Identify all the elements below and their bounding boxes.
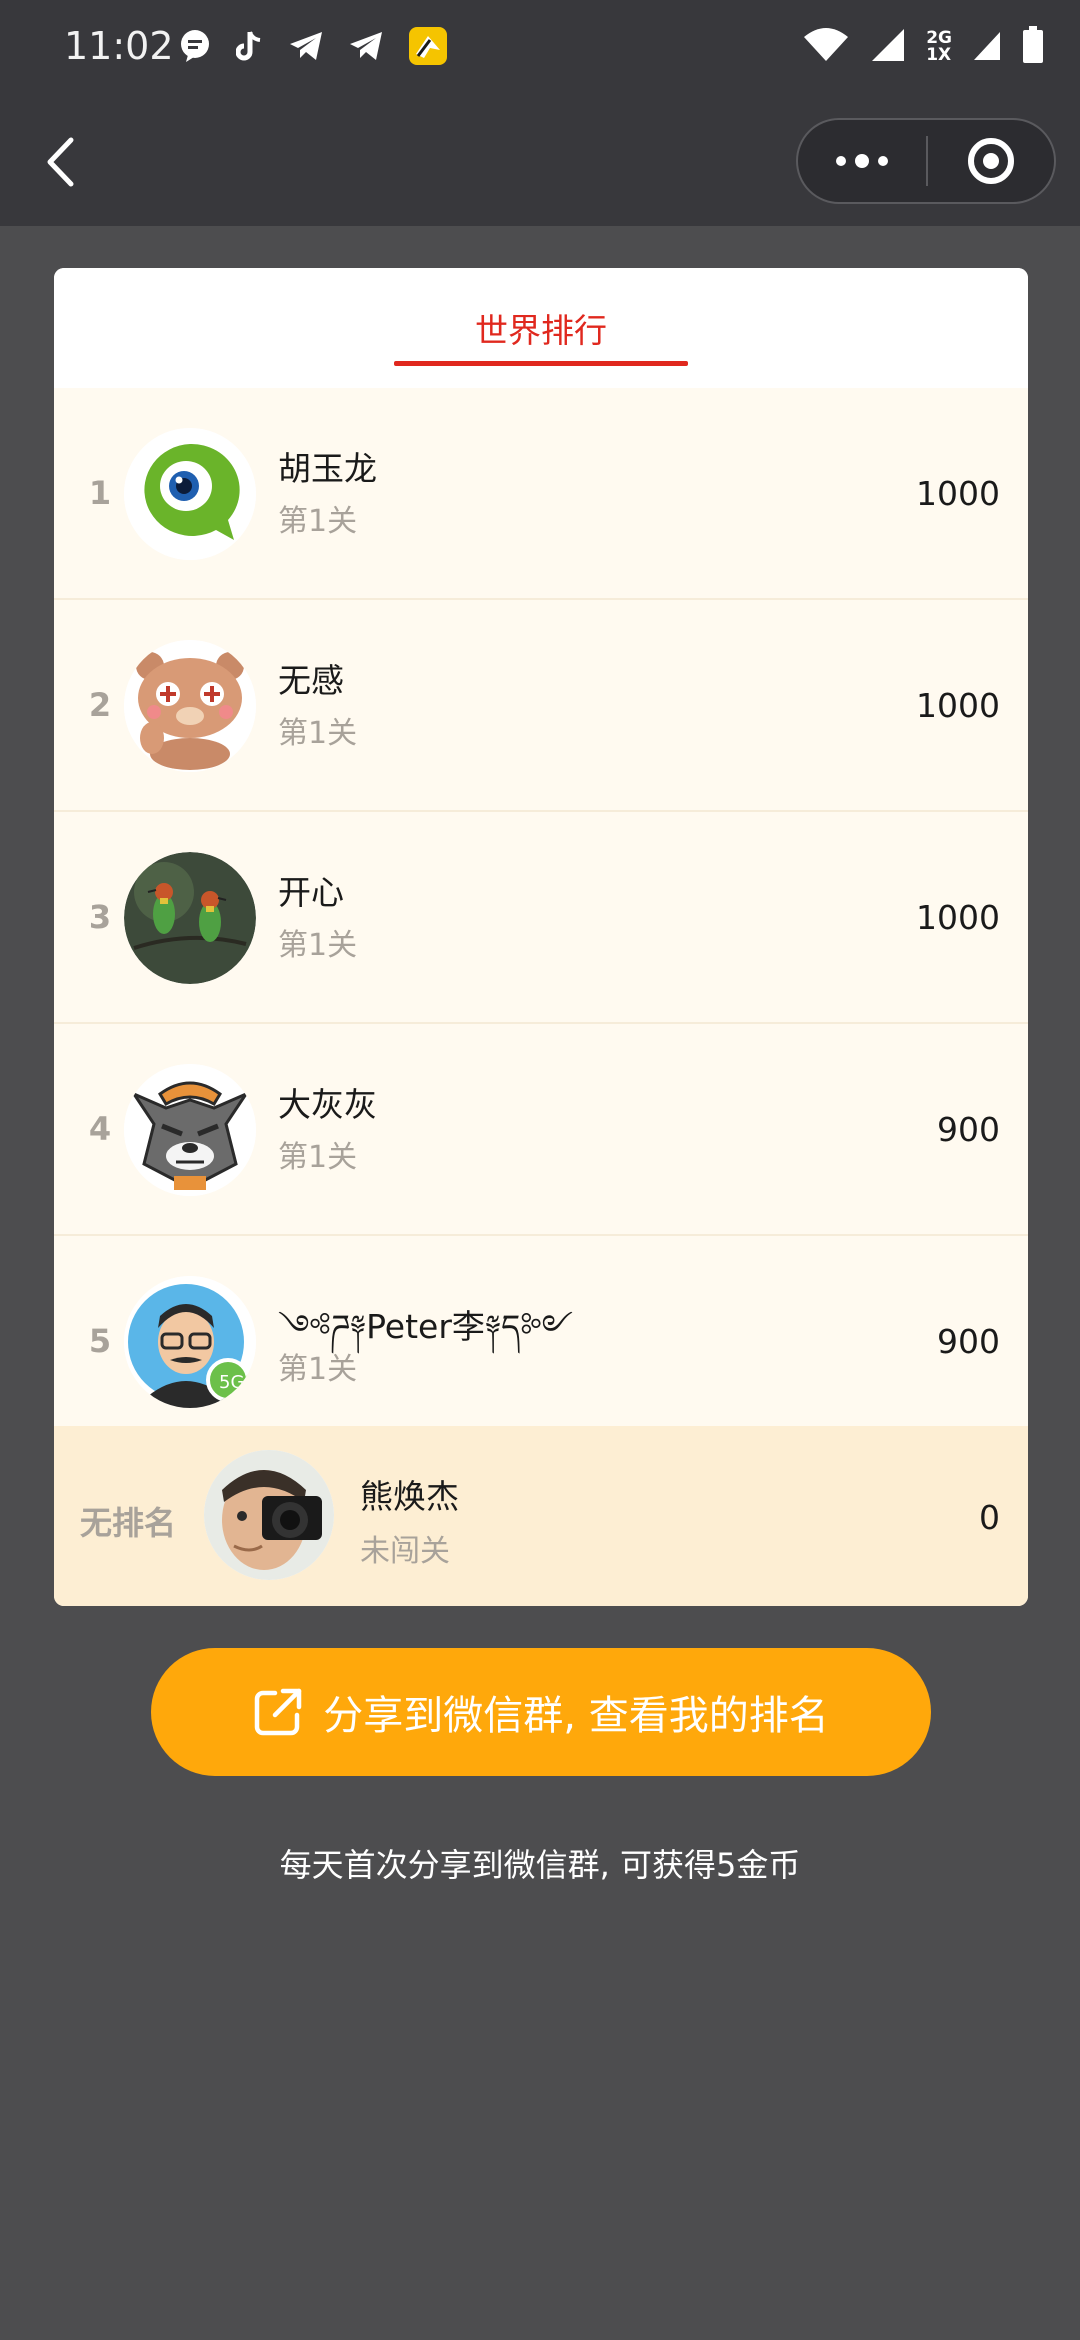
telegram-icon: [348, 30, 384, 66]
close-button[interactable]: [928, 120, 1054, 202]
rank-number: 3: [88, 898, 112, 936]
signal-2-icon: [972, 28, 1002, 66]
cartoon-man-avatar: 5G: [124, 1276, 256, 1408]
my-ranking-row[interactable]: 无排名 熊焕杰 未闯关 0: [54, 1426, 1028, 1606]
my-name: 熊焕杰: [360, 1477, 459, 1516]
player-level: 第1关: [278, 716, 358, 751]
ranking-row[interactable]: 5 5G ༺ཌ༈Peter李༈ད༻ 第1关 900: [54, 1236, 1028, 1426]
share-reward-hint: 每天首次分享到微信群, 可获得5金币: [279, 1846, 801, 1884]
ranking-row[interactable]: 4 大灰灰 第1关 900: [54, 1024, 1028, 1236]
rank-number: 2: [88, 686, 112, 724]
wolf-avatar: [124, 1064, 256, 1196]
rank-number: 4: [88, 1110, 112, 1148]
svg-text:5G: 5G: [219, 1372, 244, 1393]
ranking-row[interactable]: 1 胡玉龙 第1关 1000: [54, 388, 1028, 600]
my-rank: 无排名: [80, 1504, 177, 1542]
player-name: 无感: [278, 661, 344, 700]
more-button[interactable]: [798, 120, 926, 202]
tiktok-icon: [235, 29, 264, 67]
bear-avatar: [124, 640, 256, 772]
chevron-left-icon: [47, 137, 74, 187]
rank-number: 5: [88, 1322, 112, 1360]
miniprogram-capsule: [796, 118, 1056, 204]
status-bar: 11:02 2G 1X: [0, 0, 1080, 100]
nav-bar: [0, 100, 1080, 226]
app-icon: [408, 26, 448, 70]
player-name: 开心: [278, 873, 344, 912]
player-score: 900: [937, 1322, 1000, 1361]
ranking-row[interactable]: 2 无感 第1关 1000: [54, 600, 1028, 812]
player-score: 900: [937, 1110, 1000, 1149]
message-icon: [178, 29, 212, 67]
share-button-label: 分享到微信群, 查看我的排名: [323, 1693, 829, 1739]
telegram-icon: [288, 30, 324, 66]
rank-number: 1: [88, 474, 112, 512]
birds-avatar: [124, 852, 256, 984]
tab-world-ranking[interactable]: 世界排行: [54, 304, 1028, 352]
player-name: 胡玉龙: [278, 449, 377, 488]
player-level: 第1关: [278, 1140, 358, 1175]
green-eye-avatar: [124, 428, 256, 560]
camera-man-avatar: [204, 1450, 334, 1580]
player-score: 1000: [916, 474, 1000, 513]
player-name: 大灰灰: [278, 1085, 377, 1124]
notification-icons: [178, 26, 448, 70]
share-button[interactable]: 分享到微信群, 查看我的排名: [151, 1648, 931, 1776]
player-level: 第1关: [278, 928, 358, 963]
more-dots-icon: [836, 156, 846, 166]
tab-indicator: [394, 361, 688, 366]
my-score: 0: [979, 1498, 1000, 1537]
tab-bar: 世界排行: [54, 268, 1028, 388]
player-level: 第1关: [278, 1352, 358, 1387]
share-external-icon: [255, 1688, 302, 1736]
player-score: 1000: [916, 686, 1000, 725]
back-button[interactable]: [30, 132, 90, 192]
status-time: 11:02: [64, 24, 174, 68]
wifi-icon: [802, 27, 850, 67]
battery-icon: [1022, 26, 1044, 68]
player-score: 1000: [916, 898, 1000, 937]
ranking-row[interactable]: 3 开心 第1关 1000: [54, 812, 1028, 1024]
system-icons: 2G 1X: [802, 26, 1044, 68]
network-type: 2G 1X: [926, 28, 952, 65]
target-ring-icon: [968, 138, 1014, 184]
signal-icon: [870, 27, 906, 67]
player-level: 第1关: [278, 504, 358, 539]
ranking-card: 世界排行 1 胡玉龙 第1关 1000 2 无感 第1关 1000 3 开心 第…: [54, 268, 1028, 1606]
my-level: 未闯关: [360, 1534, 450, 1569]
